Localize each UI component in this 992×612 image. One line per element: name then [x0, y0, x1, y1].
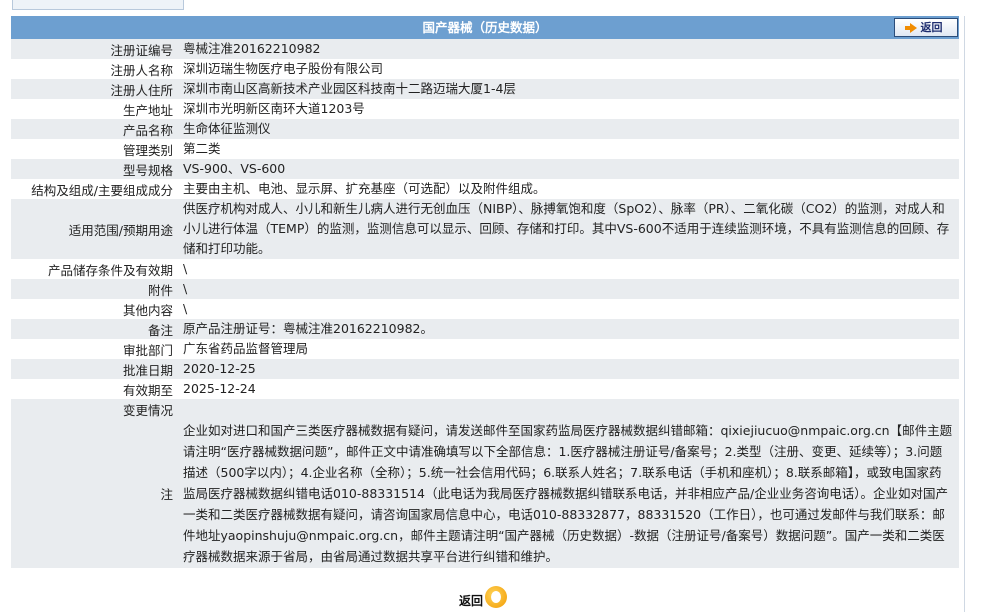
table-row: 结构及组成/主要组成成分 主要由主机、电池、显示屏、扩充基座（可选配）以及附件组…	[11, 179, 959, 199]
arrow-right-icon	[904, 22, 917, 33]
table-row: 注册证编号 粤械注准20162210982	[11, 39, 959, 59]
table-row: 注册人住所 深圳市南山区高新技术产业园区科技南十二路迈瑞大厦1-4层	[11, 79, 959, 99]
note-label: 注	[11, 419, 181, 568]
note-row: 注 企业如对进口和国产三类医疗器械数据有疑问，请发送邮件至国家药监局医疗器械数据…	[11, 419, 959, 568]
table-row: 变更情况	[11, 399, 959, 419]
panel-header: 国产器械（历史数据） 返回	[11, 16, 959, 39]
table-row: 产品名称 生命体征监测仪	[11, 119, 959, 139]
field-label: 审批部门	[11, 339, 181, 359]
field-value: 广东省药品监督管理局	[181, 339, 959, 359]
field-value: 深圳市南山区高新技术产业园区科技南十二路迈瑞大厦1-4层	[181, 79, 959, 99]
back-circle-icon	[485, 586, 507, 608]
field-label: 适用范围/预期用途	[11, 199, 181, 259]
table-row: 其他内容 \	[11, 299, 959, 319]
table-row: 管理类别 第二类	[11, 139, 959, 159]
table-row: 备注 原产品注册证号：粤械注准20162210982。	[11, 319, 959, 339]
back-button-bottom-label: 返回	[459, 594, 484, 608]
field-value: VS-900、VS-600	[181, 159, 959, 179]
field-value: 深圳市光明新区南环大道1203号	[181, 99, 959, 119]
field-label: 变更情况	[11, 399, 181, 419]
field-label: 其他内容	[11, 299, 181, 319]
top-strip-box	[12, 0, 184, 10]
field-label: 注册人名称	[11, 59, 181, 79]
table-row: 注册人名称 深圳迈瑞生物医疗电子股份有限公司	[11, 59, 959, 79]
table-row: 型号规格 VS-900、VS-600	[11, 159, 959, 179]
field-value	[181, 399, 959, 419]
top-strip	[0, 0, 992, 13]
detail-table: 注册证编号 粤械注准20162210982 注册人名称 深圳迈瑞生物医疗电子股份…	[11, 39, 959, 568]
field-label: 有效期至	[11, 379, 181, 399]
field-value: 第二类	[181, 139, 959, 159]
field-value: \	[181, 279, 959, 299]
field-label: 生产地址	[11, 99, 181, 119]
table-row: 适用范围/预期用途 供医疗机构对成人、小儿和新生儿病人进行无创血压（NIBP）、…	[11, 199, 959, 259]
field-label: 型号规格	[11, 159, 181, 179]
field-value: 供医疗机构对成人、小儿和新生儿病人进行无创血压（NIBP）、脉搏氧饱和度（SpO…	[181, 199, 959, 259]
field-value: 粤械注准20162210982	[181, 39, 959, 59]
table-row: 批准日期 2020-12-25	[11, 359, 959, 379]
field-value: 主要由主机、电池、显示屏、扩充基座（可选配）以及附件组成。	[181, 179, 959, 199]
field-label: 产品储存条件及有效期	[11, 259, 181, 279]
table-row: 审批部门 广东省药品监督管理局	[11, 339, 959, 359]
field-value: \	[181, 299, 959, 319]
table-row: 生产地址 深圳市光明新区南环大道1203号	[11, 99, 959, 119]
field-value: \	[181, 259, 959, 279]
field-value: 2025-12-24	[181, 379, 959, 399]
field-value: 原产品注册证号：粤械注准20162210982。	[181, 319, 959, 339]
table-row: 产品储存条件及有效期 \	[11, 259, 959, 279]
field-label: 注册证编号	[11, 39, 181, 59]
back-button-top-label: 返回	[920, 21, 943, 34]
table-row: 附件 \	[11, 279, 959, 299]
field-label: 备注	[11, 319, 181, 339]
field-label: 管理类别	[11, 139, 181, 159]
field-value: 生命体征监测仪	[181, 119, 959, 139]
field-label: 产品名称	[11, 119, 181, 139]
field-label: 注册人住所	[11, 79, 181, 99]
table-row: 有效期至 2025-12-24	[11, 379, 959, 399]
back-button-bottom[interactable]: 返回	[459, 586, 509, 612]
detail-panel: 国产器械（历史数据） 返回 注册证编号 粤械注准20162210982 注册人名…	[11, 16, 959, 568]
right-divider	[964, 16, 965, 612]
field-label: 结构及组成/主要组成成分	[11, 179, 181, 199]
field-label: 批准日期	[11, 359, 181, 379]
page-title: 国产器械（历史数据）	[422, 20, 548, 35]
note-text: 企业如对进口和国产三类医疗器械数据有疑问，请发送邮件至国家药监局医疗器械数据纠错…	[181, 419, 959, 568]
field-value: 深圳迈瑞生物医疗电子股份有限公司	[181, 59, 959, 79]
field-value: 2020-12-25	[181, 359, 959, 379]
back-button-top[interactable]: 返回	[894, 18, 958, 37]
field-label: 附件	[11, 279, 181, 299]
